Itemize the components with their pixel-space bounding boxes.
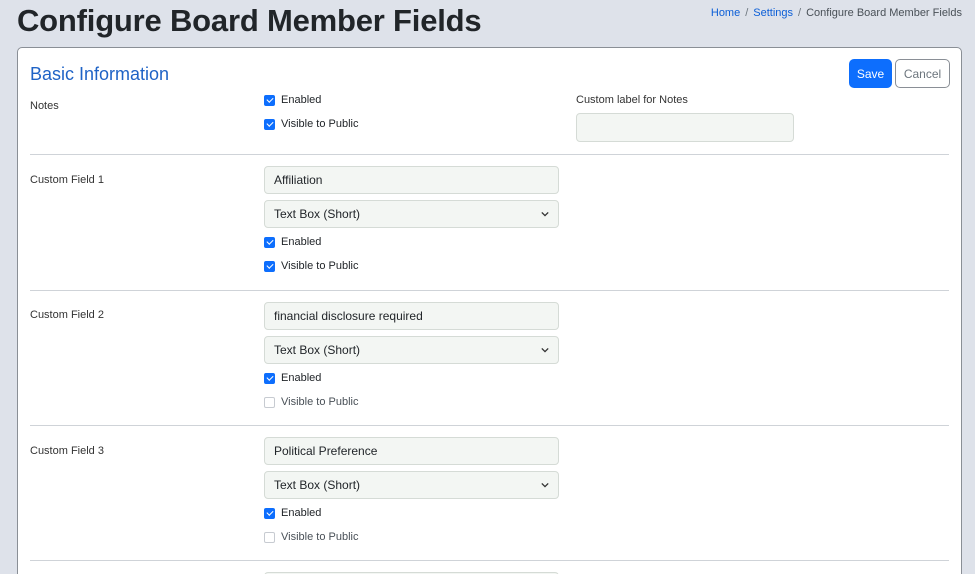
custom-field-2-visible-row[interactable]: Visible to Public bbox=[264, 396, 358, 408]
custom-field-3-visible-checkbox[interactable] bbox=[264, 531, 275, 543]
notes-visible-label: Visible to Public bbox=[281, 118, 359, 130]
custom-field-3-name-input[interactable]: Political Preference bbox=[264, 437, 559, 465]
card-title: Basic Information bbox=[30, 64, 170, 84]
section-divider bbox=[30, 560, 949, 561]
section-divider bbox=[30, 290, 949, 291]
custom-field-2-enabled-label: Enabled bbox=[281, 372, 322, 384]
custom-field-3-enabled-checkbox[interactable] bbox=[264, 507, 275, 519]
breadcrumb-current: Configure Board Member Fields bbox=[806, 7, 962, 19]
chevron-down-icon bbox=[541, 211, 549, 217]
save-button[interactable]: Save bbox=[849, 59, 892, 88]
custom-field-1-enabled-label: Enabled bbox=[281, 236, 322, 248]
custom-field-3-label: Custom Field 3 bbox=[30, 445, 104, 457]
notes-field-label: Notes bbox=[30, 100, 59, 112]
custom-field-1-visible-checkbox[interactable] bbox=[264, 260, 275, 272]
custom-field-2-name-input[interactable]: financial disclosure required bbox=[264, 302, 559, 330]
breadcrumb-settings-link[interactable]: Settings bbox=[753, 7, 793, 19]
custom-field-2-enabled-row[interactable]: Enabled bbox=[264, 372, 321, 384]
custom-field-3-visible-row[interactable]: Visible to Public bbox=[264, 531, 358, 543]
breadcrumb-home-link[interactable]: Home bbox=[711, 7, 740, 19]
custom-field-1-label: Custom Field 1 bbox=[30, 174, 104, 186]
notes-custom-label-caption: Custom label for Notes bbox=[576, 94, 688, 106]
notes-enabled-label: Enabled bbox=[281, 94, 322, 106]
notes-visible-checkbox[interactable] bbox=[264, 118, 275, 130]
notes-visible-checkbox-row[interactable]: Visible to Public bbox=[264, 118, 358, 130]
custom-field-1-type-select[interactable]: Text Box (Short) bbox=[264, 200, 559, 228]
custom-field-3-enabled-row[interactable]: Enabled bbox=[264, 507, 321, 519]
breadcrumb-separator: / bbox=[745, 7, 749, 19]
notes-custom-label-input[interactable] bbox=[576, 113, 794, 142]
custom-field-2-visible-label: Visible to Public bbox=[281, 396, 359, 408]
notes-enabled-checkbox-row[interactable]: Enabled bbox=[264, 94, 321, 106]
chevron-down-icon bbox=[541, 482, 549, 488]
custom-field-1-visible-label: Visible to Public bbox=[281, 260, 359, 272]
custom-field-1-name-input[interactable]: Affiliation bbox=[264, 166, 559, 194]
basic-information-card: Basic Information Save Cancel Notes Enab… bbox=[17, 47, 962, 574]
cancel-button[interactable]: Cancel bbox=[895, 59, 950, 88]
custom-field-2-label: Custom Field 2 bbox=[30, 309, 104, 321]
custom-field-1-enabled-row[interactable]: Enabled bbox=[264, 236, 321, 248]
custom-field-3-visible-label: Visible to Public bbox=[281, 531, 359, 543]
notes-enabled-checkbox[interactable] bbox=[264, 94, 275, 106]
section-divider bbox=[30, 154, 949, 155]
custom-field-3-enabled-label: Enabled bbox=[281, 507, 322, 519]
custom-field-1-enabled-checkbox[interactable] bbox=[264, 236, 275, 248]
page-title: Configure Board Member Fields bbox=[17, 3, 482, 38]
breadcrumb-separator: / bbox=[798, 7, 802, 19]
chevron-down-icon bbox=[541, 347, 549, 353]
custom-field-2-type-select[interactable]: Text Box (Short) bbox=[264, 336, 559, 364]
custom-field-1-type-value: Text Box (Short) bbox=[274, 207, 361, 221]
breadcrumb: Home / Settings / Configure Board Member… bbox=[711, 7, 962, 19]
custom-field-2-enabled-checkbox[interactable] bbox=[264, 372, 275, 384]
custom-field-3-type-value: Text Box (Short) bbox=[274, 478, 361, 492]
custom-field-3-type-select[interactable]: Text Box (Short) bbox=[264, 471, 559, 499]
custom-field-2-visible-checkbox[interactable] bbox=[264, 396, 275, 408]
section-divider bbox=[30, 425, 949, 426]
custom-field-1-visible-row[interactable]: Visible to Public bbox=[264, 260, 358, 272]
custom-field-2-type-value: Text Box (Short) bbox=[274, 343, 361, 357]
